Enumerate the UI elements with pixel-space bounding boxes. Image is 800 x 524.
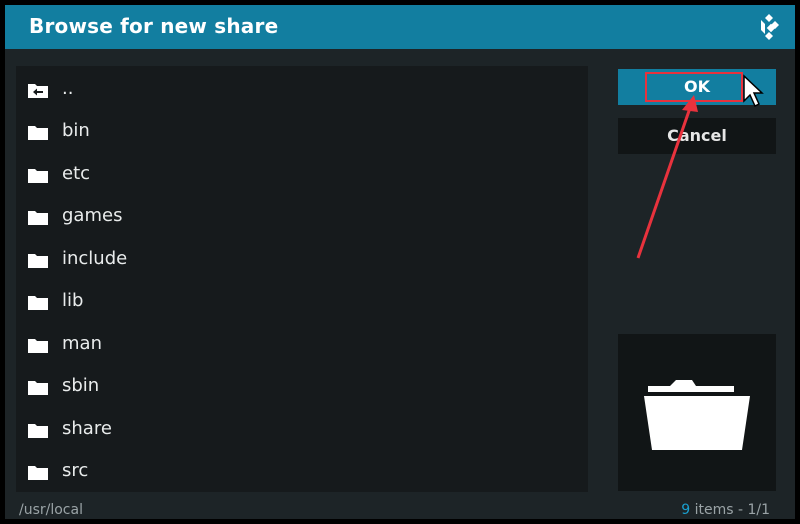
folder-icon [28, 466, 48, 480]
ok-highlight-box [645, 72, 743, 102]
list-item[interactable]: share [16, 408, 588, 450]
folder-icon [28, 126, 48, 140]
list-item[interactable]: games [16, 195, 588, 237]
folder-icon [28, 381, 48, 395]
folder-icon [28, 254, 48, 268]
folder-icon [28, 296, 48, 310]
list-item[interactable]: sbin [16, 365, 588, 407]
list-item[interactable]: bin [16, 110, 588, 152]
list-item[interactable]: man [16, 323, 588, 365]
folder-large-icon [644, 380, 750, 450]
dialog-title: Browse for new share [29, 14, 279, 38]
folder-back-icon [28, 84, 48, 98]
list-item-label: games [62, 205, 123, 226]
file-list: .. bin etc games include lib man sbin sh… [16, 66, 588, 492]
list-item-label: lib [62, 290, 84, 311]
list-item-label: share [62, 418, 112, 439]
list-item-label: include [62, 248, 128, 269]
list-item[interactable]: .. [16, 68, 588, 110]
list-item-label: sbin [62, 375, 100, 396]
folder-icon [28, 424, 48, 438]
folder-icon [28, 339, 48, 353]
list-item-label: src [62, 460, 89, 481]
folder-preview [618, 334, 776, 491]
dialog-titlebar: Browse for new share [5, 5, 795, 49]
folder-icon [28, 211, 48, 225]
page-indicator: 1/1 [747, 502, 770, 518]
list-item[interactable]: include [16, 238, 588, 280]
item-count-suffix: items - [690, 502, 748, 518]
item-count-number: 9 [681, 502, 691, 518]
item-count: 9 items - 1/1 [681, 502, 770, 518]
current-path: /usr/local [19, 502, 83, 518]
cancel-button[interactable]: Cancel [618, 118, 776, 154]
list-item-label: etc [62, 163, 91, 184]
list-item[interactable]: lib [16, 280, 588, 322]
list-item[interactable]: etc [16, 153, 588, 195]
list-item-label: man [62, 333, 102, 354]
kodi-logo-icon [761, 14, 779, 40]
list-item-label: bin [62, 120, 90, 141]
browse-dialog: Browse for new share .. bin etc games in… [5, 5, 795, 519]
folder-icon [28, 169, 48, 183]
list-item[interactable]: src [16, 450, 588, 492]
list-item-label: .. [62, 78, 74, 99]
